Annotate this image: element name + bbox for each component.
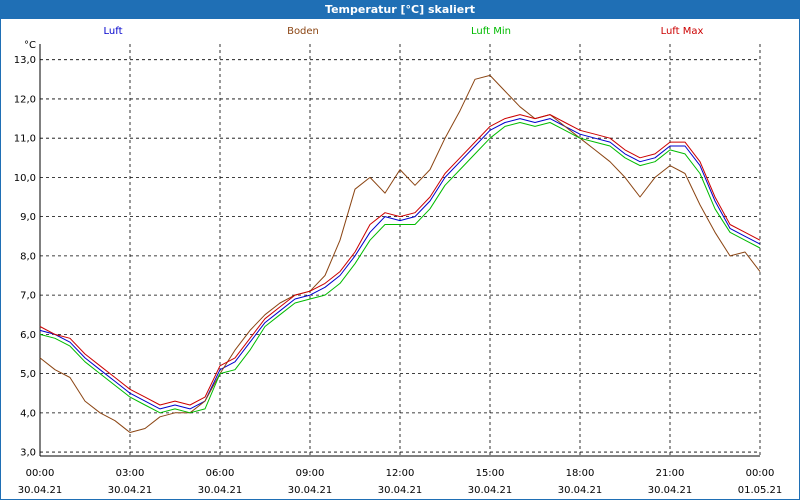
grid	[39, 44, 761, 456]
y-tick-label: 11,0	[14, 134, 36, 145]
y-tick-labels: 3,0 4,0 5,0 6,0 7,0 8,0 9,0 10,0 11,0 12,0 13,0	[14, 55, 36, 458]
x-tick-time: 06:00	[206, 468, 235, 479]
x-tick-date: 30.04.21	[288, 485, 333, 496]
x-tick-time: 21:00	[656, 468, 685, 479]
x-tick-date: 30.04.21	[648, 485, 693, 496]
x-tick-time: 00:00	[26, 468, 55, 479]
x-tick-time: 15:00	[476, 468, 505, 479]
x-tick-date: 30.04.21	[198, 485, 243, 496]
x-tick-date: 30.04.21	[378, 485, 423, 496]
y-tick-label: 12,0	[14, 94, 36, 105]
x-tick-time: 03:00	[116, 468, 145, 479]
x-tick-date: 30.04.21	[468, 485, 513, 496]
legend-entry-luft-max: Luft Max	[661, 26, 704, 37]
y-tick-label: 5,0	[20, 369, 36, 380]
legend: Luft Boden Luft Min Luft Max	[104, 26, 704, 37]
y-axis-unit: °C	[24, 40, 36, 51]
x-tick-time: 00:00	[746, 468, 775, 479]
y-tick-label: 4,0	[20, 408, 36, 419]
y-tick-label: 6,0	[20, 330, 36, 341]
x-tick-time: 12:00	[386, 468, 415, 479]
line-chart: 3,0 4,0 5,0 6,0 7,0 8,0 9,0 10,0 11,0 12,0 13,0 00…	[14, 26, 783, 496]
y-tick-label: 3,0	[20, 448, 36, 459]
y-tick-label: 9,0	[20, 212, 36, 223]
x-tick-date: 01.05.21	[738, 485, 783, 496]
legend-entry-luft-min: Luft Min	[471, 26, 511, 37]
x-tick-date: 30.04.21	[108, 485, 153, 496]
x-tick-date: 30.04.21	[558, 485, 603, 496]
legend-entry-luft: Luft	[104, 26, 123, 37]
y-tick-label: 13,0	[14, 55, 36, 66]
y-tick-label: 10,0	[14, 173, 36, 184]
y-tick-label: 7,0	[20, 291, 36, 302]
legend-entry-boden: Boden	[287, 26, 319, 37]
x-tick-time: 09:00	[296, 468, 325, 479]
y-tick-label: 8,0	[20, 251, 36, 262]
x-tick-date: 30.04.21	[18, 485, 63, 496]
x-tick-time: 18:00	[566, 468, 595, 479]
x-tick-labels: 00:00 30.04.21 03:00 30.04.21 06:00 30.04.21 0…	[18, 468, 783, 496]
